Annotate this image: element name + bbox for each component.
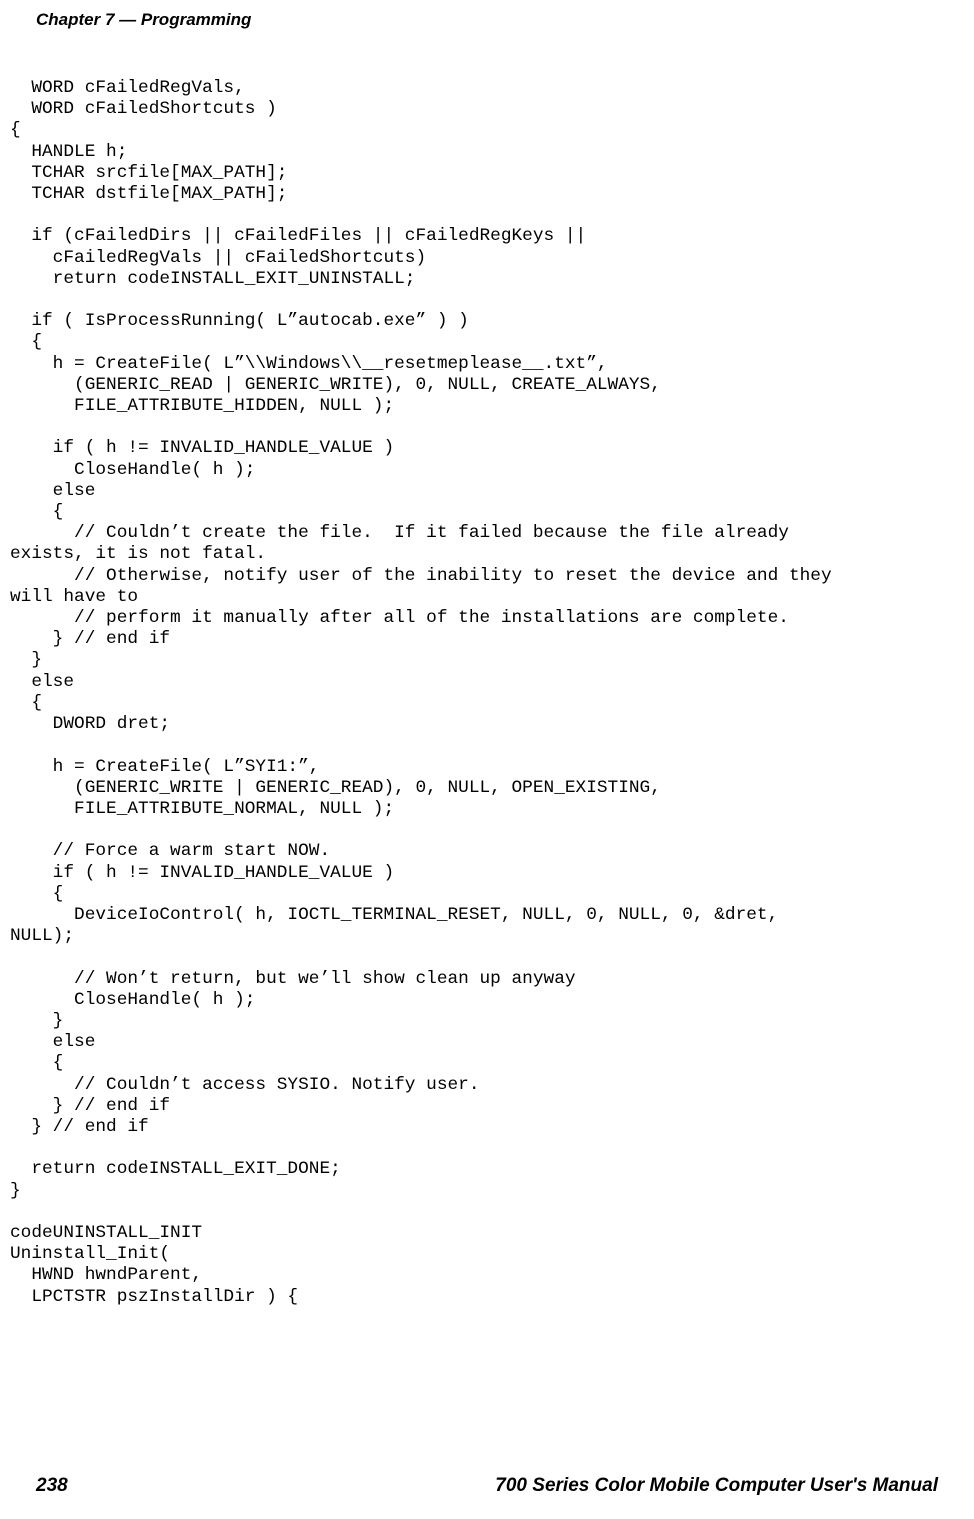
- footer-title: 700 Series Color Mobile Computer User's …: [495, 1475, 938, 1497]
- content-area: WORD cFailedRegVals, WORD cFailedShortcu…: [0, 78, 974, 1308]
- page-header: Chapter 7 — Programming: [0, 10, 974, 30]
- header-text: Chapter 7 — Programming: [36, 10, 251, 29]
- page-footer: 238 700 Series Color Mobile Computer Use…: [0, 1475, 974, 1497]
- page: Chapter 7 — Programming WORD cFailedRegV…: [0, 0, 974, 1519]
- page-number: 238: [36, 1475, 68, 1497]
- code-block: WORD cFailedRegVals, WORD cFailedShortcu…: [10, 78, 964, 1308]
